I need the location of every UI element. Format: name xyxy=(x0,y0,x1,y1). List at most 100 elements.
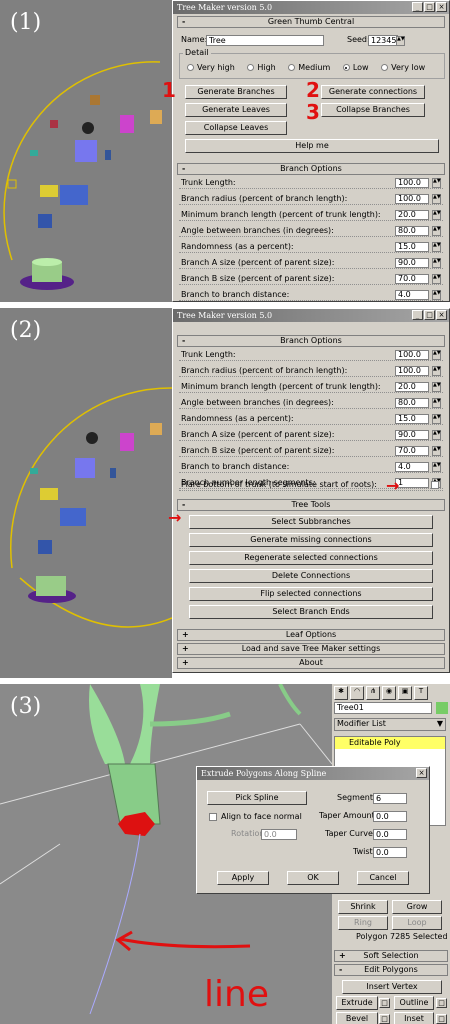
bevel-button[interactable]: Bevel xyxy=(336,1012,378,1024)
rollout-branch-options[interactable]: - Branch Options xyxy=(177,335,445,347)
detail-option-medium[interactable]: Medium xyxy=(288,63,330,72)
tool-button-generate-missing-connections[interactable]: Generate missing connections xyxy=(189,533,433,547)
close-button[interactable]: × xyxy=(436,2,447,12)
collapse-leaves-button[interactable]: Collapse Leaves xyxy=(185,121,287,135)
detail-option-high[interactable]: High xyxy=(247,63,276,72)
hierarchy-tab-icon[interactable]: ⋔ xyxy=(366,686,380,700)
extrude-settings-icon[interactable]: □ xyxy=(379,998,390,1008)
flare-checkbox[interactable] xyxy=(431,481,439,489)
ring-button[interactable]: Ring xyxy=(338,916,388,930)
param-spinner[interactable]: ▲▼ xyxy=(432,382,441,392)
help-button[interactable]: Help me xyxy=(185,139,439,153)
param-spinner[interactable]: ▲▼ xyxy=(432,210,441,220)
param-value-field[interactable]: 20.0 xyxy=(395,382,429,392)
param-value-field[interactable]: 90.0 xyxy=(395,430,429,440)
param-spinner[interactable]: ▲▼ xyxy=(432,226,441,236)
rollout-green-thumb-central[interactable]: - Green Thumb Central xyxy=(177,16,445,28)
param-value-field[interactable]: 100.0 xyxy=(395,350,429,360)
tool-button-flip-selected-connections[interactable]: Flip selected connections xyxy=(189,587,433,601)
generate-connections-button[interactable]: Generate connections xyxy=(321,85,425,99)
param-spinner[interactable]: ▲▼ xyxy=(432,398,441,408)
rollout-edit-polygons[interactable]: - Edit Polygons xyxy=(334,964,448,976)
param-value-field[interactable]: 80.0 xyxy=(395,398,429,408)
motion-tab-icon[interactable]: ◉ xyxy=(382,686,396,700)
param-value-field[interactable]: 15.0 xyxy=(395,242,429,252)
param-value-field[interactable]: 70.0 xyxy=(395,274,429,284)
twist-field[interactable]: 0.0 xyxy=(373,847,407,858)
param-value-field[interactable]: 70.0 xyxy=(395,446,429,456)
param-spinner[interactable]: ▲▼ xyxy=(432,274,441,284)
param-spinner[interactable]: ▲▼ xyxy=(432,414,441,424)
segments-field[interactable]: 6 xyxy=(373,793,407,804)
outline-button[interactable]: Outline xyxy=(394,996,434,1010)
param-spinner[interactable]: ▲▼ xyxy=(432,242,441,252)
param-value-field[interactable]: 100.0 xyxy=(395,178,429,188)
tool-button-delete-connections[interactable]: Delete Connections xyxy=(189,569,433,583)
align-to-face-normal-checkbox[interactable] xyxy=(209,813,217,821)
param-value-field[interactable]: 4.0 xyxy=(395,462,429,472)
name-field[interactable]: Tree xyxy=(206,35,324,46)
object-color-swatch[interactable] xyxy=(436,702,448,714)
param-spinner[interactable]: ▲▼ xyxy=(432,446,441,456)
seed-spinner[interactable]: ▲▼ xyxy=(396,36,405,46)
create-tab-icon[interactable]: ✱ xyxy=(334,686,348,700)
detail-option-very-low[interactable]: Very low xyxy=(381,63,425,72)
shrink-button[interactable]: Shrink xyxy=(338,900,388,914)
modify-tab-icon[interactable]: ◠ xyxy=(350,686,364,700)
utilities-tab-icon[interactable]: T xyxy=(414,686,428,700)
outline-settings-icon[interactable]: □ xyxy=(436,998,447,1008)
display-tab-icon[interactable]: ▣ xyxy=(398,686,412,700)
param-spinner[interactable]: ▲▼ xyxy=(432,178,441,188)
seed-field[interactable]: 12345 xyxy=(368,35,398,46)
rollout-tree-tools[interactable]: - Tree Tools xyxy=(177,499,445,511)
loop-button[interactable]: Loop xyxy=(392,916,442,930)
cancel-button[interactable]: Cancel xyxy=(357,871,409,885)
maximize-button[interactable]: □ xyxy=(424,310,435,320)
taper-amount-field[interactable]: 0.0 xyxy=(373,811,407,822)
bevel-settings-icon[interactable]: □ xyxy=(379,1014,390,1024)
tool-button-regenerate-selected-connections[interactable]: Regenerate selected connections xyxy=(189,551,433,565)
object-name-field[interactable]: Tree01 xyxy=(334,702,432,714)
param-spinner[interactable]: ▲▼ xyxy=(432,350,441,360)
extrude-button[interactable]: Extrude xyxy=(336,996,378,1010)
minimize-button[interactable]: _ xyxy=(412,2,423,12)
param-value-field[interactable]: 15.0 xyxy=(395,414,429,424)
tool-button-select-branch-ends[interactable]: Select Branch Ends xyxy=(189,605,433,619)
detail-option-very-high[interactable]: Very high xyxy=(187,63,235,72)
insert-vertex-button[interactable]: Insert Vertex xyxy=(342,980,442,994)
modifier-list-dropdown[interactable]: Modifier List ▼ xyxy=(334,718,446,731)
detail-option-low[interactable]: Low xyxy=(342,63,369,72)
apply-button[interactable]: Apply xyxy=(217,871,269,885)
param-spinner[interactable]: ▲▼ xyxy=(432,258,441,268)
param-spinner[interactable]: ▲▼ xyxy=(432,290,441,300)
generate-branches-button[interactable]: Generate Branches xyxy=(185,85,287,99)
param-value-field[interactable]: 20.0 xyxy=(395,210,429,220)
rollout-leaf-options[interactable]: + Leaf Options xyxy=(177,629,445,641)
param-value-field[interactable]: 100.0 xyxy=(395,366,429,376)
viewport-2[interactable]: (2) xyxy=(0,308,172,678)
param-spinner[interactable]: ▲▼ xyxy=(432,194,441,204)
generate-leaves-button[interactable]: Generate Leaves xyxy=(185,103,287,117)
collapse-branches-button[interactable]: Collapse Branches xyxy=(321,103,425,117)
param-spinner[interactable]: ▲▼ xyxy=(432,462,441,472)
pick-spline-button[interactable]: Pick Spline xyxy=(207,791,307,805)
taper-curve-field[interactable]: 0.0 xyxy=(373,829,407,840)
grow-button[interactable]: Grow xyxy=(392,900,442,914)
tool-button-select-subbranches[interactable]: Select Subbranches xyxy=(189,515,433,529)
viewport-1[interactable]: (1) xyxy=(0,0,172,302)
inset-settings-icon[interactable]: □ xyxy=(436,1014,447,1024)
param-value-field[interactable]: 4.0 xyxy=(395,290,429,300)
rotation-field[interactable]: 0.0 xyxy=(261,829,297,840)
inset-button[interactable]: Inset xyxy=(394,1012,434,1024)
param-spinner[interactable]: ▲▼ xyxy=(432,430,441,440)
param-value-field[interactable]: 90.0 xyxy=(395,258,429,268)
ok-button[interactable]: OK xyxy=(287,871,339,885)
close-button[interactable]: × xyxy=(436,310,447,320)
maximize-button[interactable]: □ xyxy=(424,2,435,12)
rollout-branch-options[interactable]: - Branch Options xyxy=(177,163,445,175)
rollout-soft-selection[interactable]: + Soft Selection xyxy=(334,950,448,962)
rollout-load-save[interactable]: + Load and save Tree Maker settings xyxy=(177,643,445,655)
param-value-field[interactable]: 100.0 xyxy=(395,194,429,204)
rollout-about[interactable]: + About xyxy=(177,657,445,669)
close-button[interactable]: × xyxy=(416,768,427,778)
